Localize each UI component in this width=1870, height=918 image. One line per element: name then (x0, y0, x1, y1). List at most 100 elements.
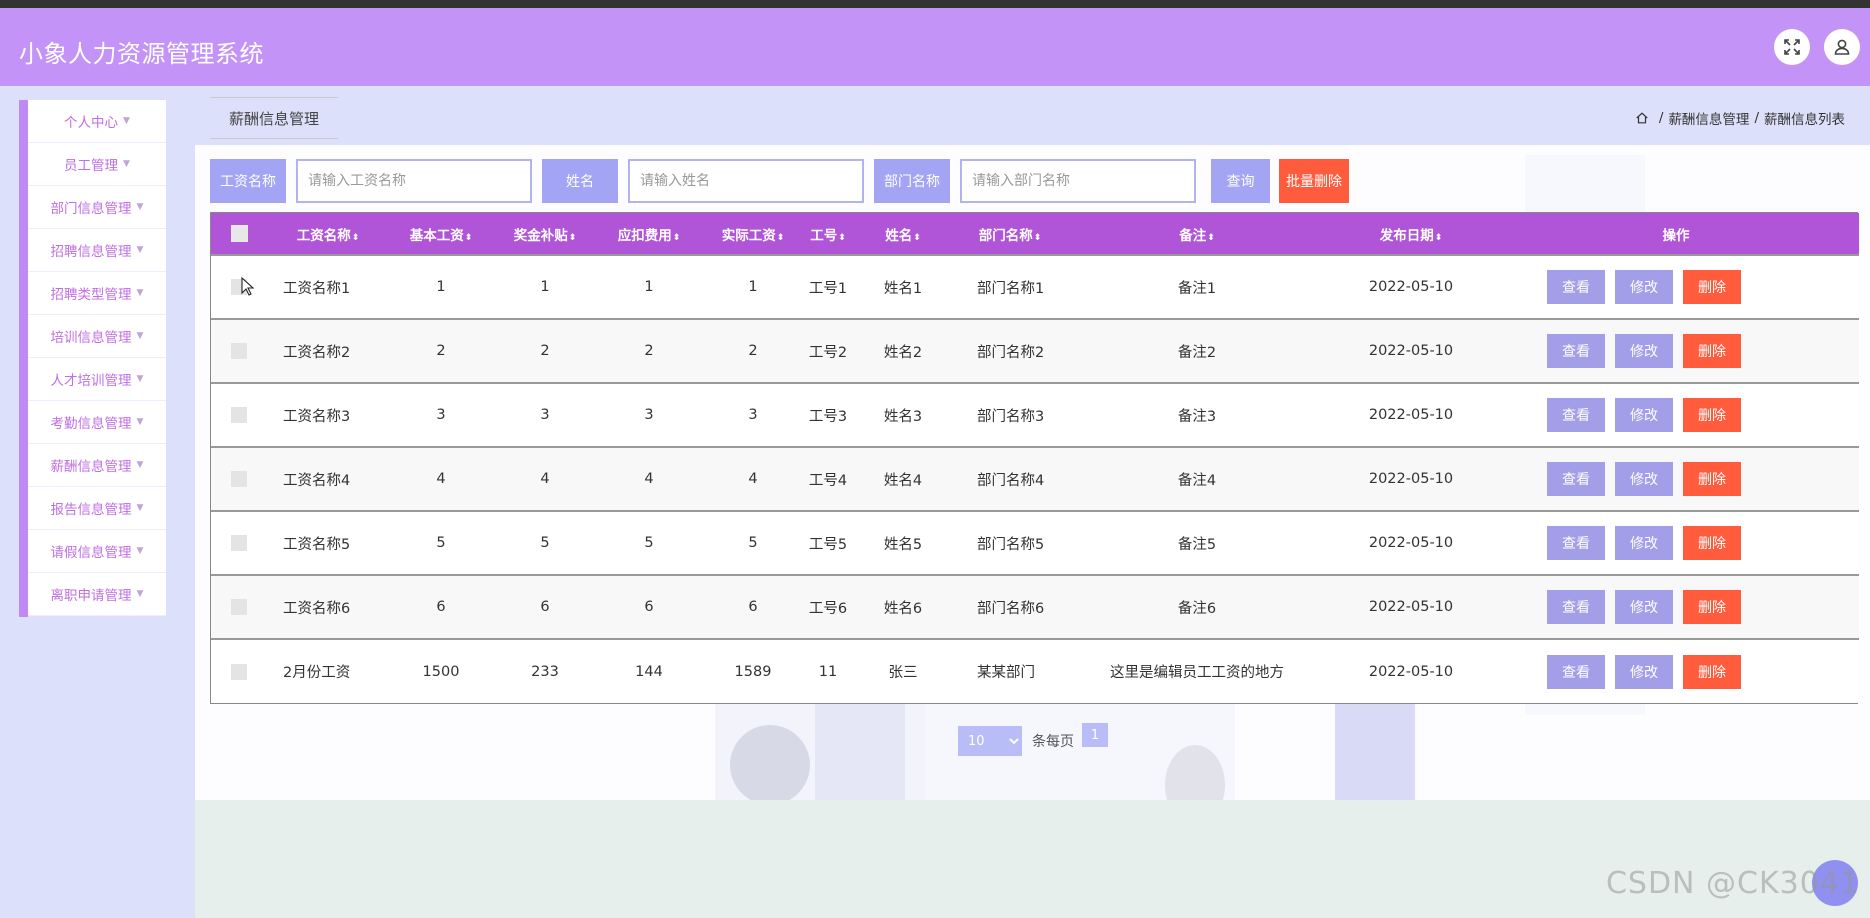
sidebar-item-personal-center[interactable]: 个人中心 ▼ (28, 100, 166, 143)
delete-button[interactable]: 删除 (1683, 462, 1741, 496)
sidebar-item-salary[interactable]: 薪酬信息管理 ▼ (28, 444, 166, 487)
row-checkbox[interactable] (231, 343, 247, 359)
name-input[interactable] (628, 159, 864, 203)
table-cell-name: 姓名4 (883, 472, 923, 489)
salary-name-input[interactable] (296, 159, 532, 203)
sidebar-item-resignation[interactable]: 离职申请管理 ▼ (28, 573, 166, 616)
sidebar-item-departments[interactable]: 部门信息管理 ▼ (28, 186, 166, 229)
row-checkbox[interactable] (231, 407, 247, 423)
batch-delete-button[interactable]: 批量删除 (1279, 159, 1349, 203)
table-cell-emp-no: 工号6 (808, 600, 848, 617)
table-header-row: 工资名称⬍ 基本工资⬍ 奖金补贴⬍ 应扣费用⬍ 实际工资⬍ 工号⬍ 姓名⬍ 部门… (211, 213, 1859, 255)
column-header[interactable]: 实际工资⬍ (701, 213, 805, 255)
column-header[interactable]: 姓名⬍ (851, 213, 955, 255)
caret-down-icon: ▼ (136, 546, 144, 556)
sidebar-item-recruitment[interactable]: 招聘信息管理 ▼ (28, 229, 166, 272)
column-header[interactable]: 备注⬍ (1065, 213, 1329, 255)
window-top-border (0, 0, 1870, 8)
actions-cell: 查看 修改 删除 (1493, 255, 1859, 319)
query-button[interactable]: 查询 (1211, 159, 1270, 203)
column-header[interactable]: 工资名称⬍ (267, 213, 389, 255)
row-checkbox[interactable] (231, 471, 247, 487)
sidebar-item-training[interactable]: 培训信息管理 ▼ (28, 315, 166, 358)
column-header[interactable]: 部门名称⬍ (955, 213, 1065, 255)
row-checkbox[interactable] (231, 599, 247, 615)
page-number-button[interactable]: 1 (1082, 723, 1108, 747)
table-cell-salary-name: 工资名称3 (283, 408, 351, 425)
delete-button[interactable]: 删除 (1683, 526, 1741, 560)
sidebar-item-attendance[interactable]: 考勤信息管理 ▼ (28, 401, 166, 444)
column-header-label: 奖金补贴 (513, 227, 568, 244)
column-header[interactable]: 发布日期⬍ (1329, 213, 1493, 255)
mouse-cursor-icon (241, 277, 255, 296)
sidebar-item-reports[interactable]: 报告信息管理 ▼ (28, 487, 166, 530)
view-button[interactable]: 查看 (1547, 462, 1605, 496)
delete-button[interactable]: 删除 (1683, 654, 1741, 689)
row-select-cell (211, 319, 267, 383)
table-cell-dept: 部门名称4 (977, 472, 1045, 489)
fullscreen-button[interactable] (1774, 29, 1810, 65)
edit-button[interactable]: 修改 (1615, 334, 1673, 368)
edit-button[interactable]: 修改 (1615, 526, 1673, 560)
sidebar-item-talent-training[interactable]: 人才培训管理 ▼ (28, 358, 166, 401)
view-button[interactable]: 查看 (1547, 398, 1605, 432)
sidebar-item-label: 部门信息管理 (50, 201, 132, 217)
view-button[interactable]: 查看 (1547, 270, 1605, 304)
column-header[interactable]: 基本工资⬍ (389, 213, 493, 255)
view-button[interactable]: 查看 (1547, 590, 1605, 624)
column-header[interactable]: 应扣费用⬍ (597, 213, 701, 255)
table-cell-base: 1 (436, 279, 446, 295)
table-cell-emp-no: 工号2 (808, 344, 848, 361)
edit-button[interactable]: 修改 (1615, 398, 1673, 432)
view-button[interactable]: 查看 (1547, 654, 1605, 689)
table-cell-actual: 5 (748, 535, 758, 551)
sidebar-item-label: 请假信息管理 (50, 545, 132, 561)
delete-button[interactable]: 删除 (1683, 590, 1741, 624)
app-header: 小象人力资源管理系统 (0, 8, 1870, 86)
table-row: 工资名称1 1 1 1 1 工号1 姓名1 部门名称1 备注1 2022-05-10 查看 修改 删除 (211, 255, 1859, 319)
delete-button[interactable]: 删除 (1683, 334, 1741, 368)
table-cell-name: 姓名1 (883, 280, 923, 297)
table-cell-actual: 6 (748, 599, 758, 615)
user-button[interactable] (1824, 29, 1860, 65)
sidebar-item-recruitment-types[interactable]: 招聘类型管理 ▼ (28, 272, 166, 315)
row-checkbox[interactable] (231, 535, 247, 551)
column-header[interactable]: 奖金补贴⬍ (493, 213, 597, 255)
select-all-cell (211, 213, 267, 255)
sidebar-item-label: 考勤信息管理 (50, 416, 132, 432)
select-all-checkbox[interactable] (230, 225, 248, 242)
row-checkbox[interactable] (231, 663, 247, 680)
actions-cell: 查看 修改 删除 (1493, 639, 1859, 703)
row-select-cell (211, 575, 267, 639)
table-cell-remark: 备注3 (1177, 408, 1217, 425)
sidebar-item-employees[interactable]: 员工管理 ▼ (28, 143, 166, 186)
per-page-label: 条每页 (1032, 734, 1074, 750)
row-select-cell (211, 447, 267, 511)
edit-button[interactable]: 修改 (1615, 590, 1673, 624)
table-row: 工资名称2 2 2 2 2 工号2 姓名2 部门名称2 备注2 2022-05-10 查看 修改 删除 (211, 319, 1859, 383)
column-header[interactable]: 工号⬍ (805, 213, 851, 255)
table-row: 工资名称5 5 5 5 5 工号5 姓名5 部门名称5 备注5 2022-05-10 查看 修改 删除 (211, 511, 1859, 575)
pagination: 10 条每页 1 (958, 723, 1108, 756)
page-title-tab[interactable]: 薪酬信息管理 (210, 97, 338, 139)
salary-name-label: 工资名称 (210, 159, 286, 203)
view-button[interactable]: 查看 (1547, 526, 1605, 560)
view-button[interactable]: 查看 (1547, 334, 1605, 368)
delete-button[interactable]: 删除 (1683, 270, 1741, 304)
sidebar-item-leave[interactable]: 请假信息管理 ▼ (28, 530, 166, 573)
watermark: CSDN @CK3041 (1605, 866, 1860, 901)
caret-down-icon: ▼ (136, 374, 144, 384)
edit-button[interactable]: 修改 (1615, 462, 1673, 496)
delete-button[interactable]: 删除 (1683, 398, 1741, 432)
page-size-select[interactable]: 10 (958, 726, 1022, 756)
column-header-label: 实际工资 (721, 227, 776, 244)
edit-button[interactable]: 修改 (1615, 270, 1673, 304)
dept-input[interactable] (960, 159, 1196, 203)
table-cell-actual: 3 (748, 407, 758, 423)
row-actions: 查看 修改 删除 (1493, 270, 1859, 304)
edit-button[interactable]: 修改 (1615, 654, 1673, 689)
home-icon[interactable] (1635, 111, 1649, 125)
column-header: 操作 (1493, 213, 1859, 255)
table-cell-date: 2022-05-10 (1368, 471, 1454, 487)
breadcrumb-item[interactable]: 薪酬信息管理 (1668, 108, 1749, 128)
